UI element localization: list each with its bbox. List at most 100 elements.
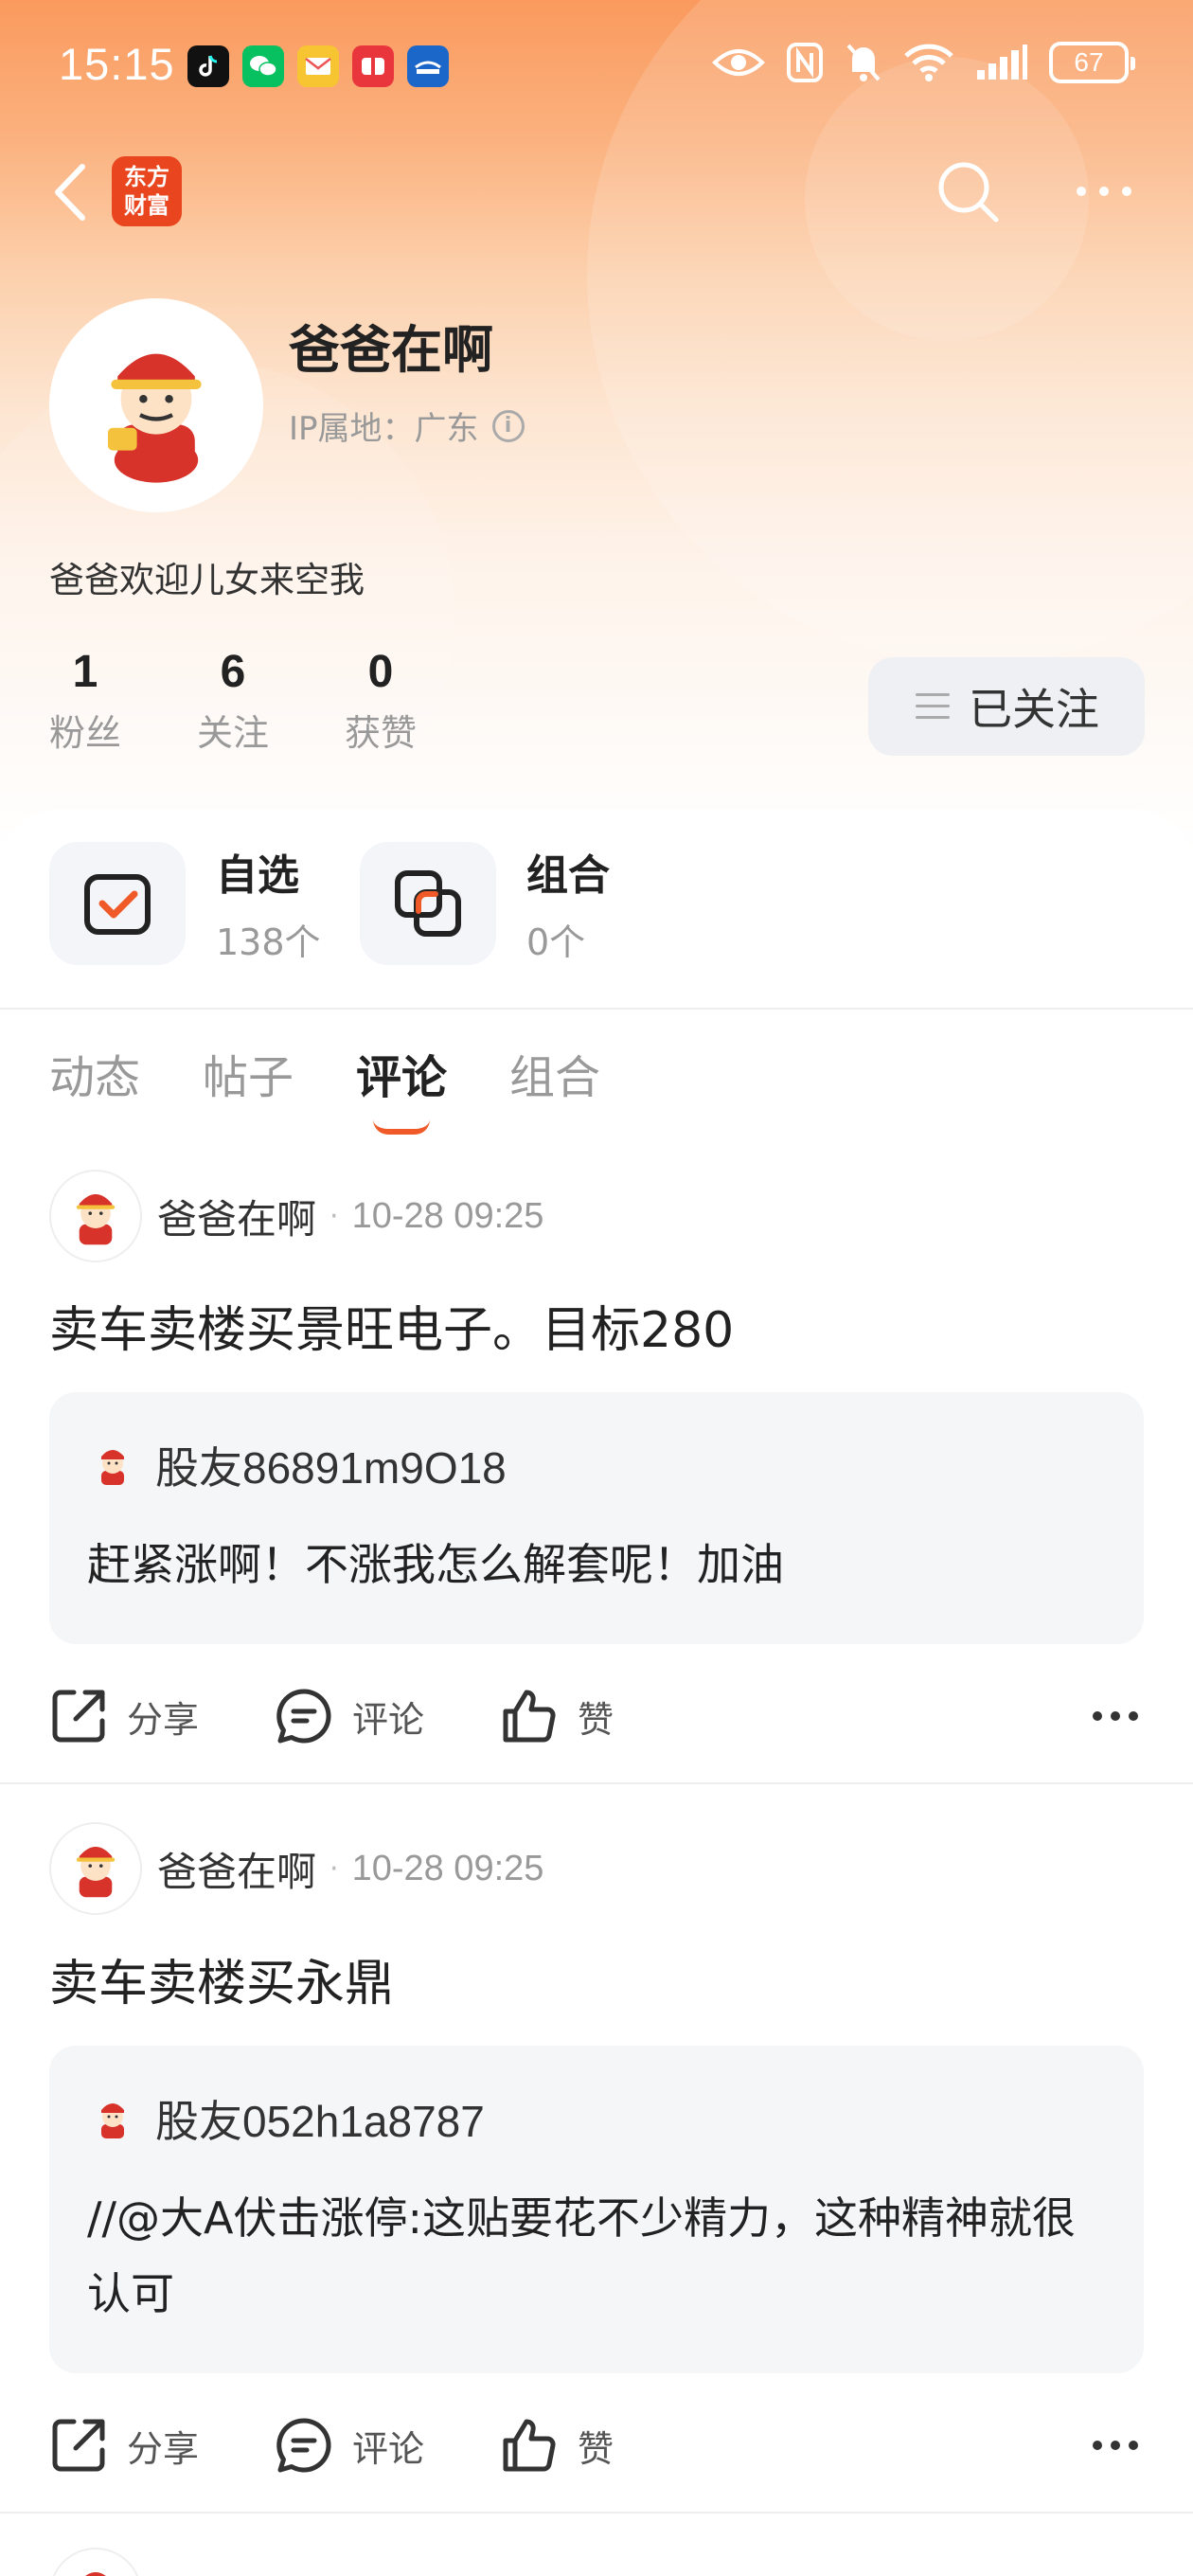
- watchlist-title: 自选: [216, 851, 299, 900]
- more-dots-icon: [1093, 2441, 1138, 2450]
- quoted-comment[interactable]: 股友052h1a8787 //@大A伏击涨停:这贴要花不少精力，这种精神就很认可: [49, 2046, 1144, 2373]
- followed-button[interactable]: 已关注: [868, 657, 1145, 756]
- thumbs-up-icon: [503, 2419, 556, 2472]
- tab-label: 动态: [49, 1051, 141, 1104]
- more-button[interactable]: [1070, 170, 1138, 212]
- post-header: [49, 2548, 142, 2576]
- portfolio-icon: [395, 869, 461, 937]
- stat-value: 6: [220, 647, 246, 697]
- like-label: 赞: [578, 2427, 614, 2470]
- avatar[interactable]: [49, 2548, 142, 2576]
- separator-dot: ·: [329, 1199, 339, 1233]
- portfolio-title: 组合: [526, 851, 610, 900]
- post-more-button[interactable]: [1087, 1695, 1144, 1737]
- chevron-left-icon: [55, 164, 85, 221]
- share-button[interactable]: 分享: [49, 2416, 199, 2475]
- quote-text: //@大A伏击涨停:这贴要花不少精力，这种精神就很认可: [87, 2192, 1076, 2319]
- tab-label: 帖子: [203, 1051, 294, 1104]
- caishen-avatar-icon: [76, 1193, 116, 1245]
- post-time: 10-28 09:25: [351, 1848, 544, 1888]
- profile-stats: 1 粉丝 6 关注 0 获赞: [49, 646, 492, 756]
- back-button[interactable]: [45, 159, 93, 225]
- app-logo[interactable]: 东方 财富: [112, 156, 182, 226]
- app-logo-line2: 财富: [124, 192, 169, 219]
- caishen-avatar-icon: [101, 1450, 124, 1485]
- separator-dot: ·: [329, 1852, 339, 1886]
- like-button[interactable]: 赞: [500, 2416, 614, 2475]
- signal-icon: [977, 45, 1027, 80]
- stat-followers[interactable]: 1 粉丝: [49, 646, 197, 756]
- portfolio-count: 0个: [526, 921, 586, 963]
- caishen-avatar-icon: [76, 1846, 116, 1898]
- comment-button[interactable]: 评论: [275, 2416, 424, 2475]
- divider: [0, 1008, 1193, 1010]
- tiktok-icon: [187, 45, 229, 87]
- comment-button[interactable]: 评论: [275, 1687, 424, 1745]
- comment-icon: [276, 2418, 331, 2473]
- search-button[interactable]: [934, 157, 1002, 225]
- caishen-avatar-icon: [101, 2103, 124, 2138]
- info-icon[interactable]: i: [491, 409, 525, 442]
- post-more-button[interactable]: [1087, 2424, 1144, 2466]
- post-author[interactable]: 爸爸在啊: [157, 1840, 316, 1898]
- app-logo-line1: 东方: [124, 164, 169, 190]
- post-actions: 分享 评论 赞: [49, 2407, 1144, 2483]
- watchlist-icon-box: [49, 841, 186, 965]
- more-dots-icon: [1093, 1711, 1138, 1721]
- post-header: 爸爸在啊 · 10-28 09:25: [49, 1170, 543, 1262]
- comment-icon: [276, 1689, 331, 1744]
- post-text[interactable]: 卖车卖楼买永鼎: [49, 1943, 394, 2014]
- comment-label: 评论: [352, 1698, 425, 1741]
- stat-following[interactable]: 6 关注: [197, 646, 345, 756]
- nfc-icon: [787, 43, 823, 82]
- quote-avatar: [87, 2093, 138, 2144]
- wechat-icon: [242, 45, 284, 87]
- like-button[interactable]: 赞: [500, 1687, 614, 1745]
- watchlist-entry[interactable]: 自选 138个: [49, 841, 360, 965]
- notification-icons: [187, 45, 449, 87]
- mute-icon: [846, 44, 881, 81]
- portfolio-entry[interactable]: 组合 0个: [360, 841, 670, 965]
- more-dots-icon: [1077, 187, 1131, 196]
- stat-likes[interactable]: 0 获赞: [345, 646, 492, 756]
- post-text[interactable]: 卖车卖楼买景旺电子。目标280: [49, 1290, 734, 1361]
- followed-label: 已关注: [969, 684, 1099, 735]
- quote-avatar: [87, 1440, 138, 1491]
- tab-active-indicator: [373, 1119, 431, 1135]
- avatar[interactable]: [49, 1822, 142, 1915]
- stat-label: 粉丝: [49, 712, 122, 754]
- stat-label: 获赞: [345, 712, 418, 754]
- share-label: 分享: [127, 2427, 200, 2470]
- watchlist-check-icon: [84, 873, 151, 935]
- share-label: 分享: [127, 1698, 200, 1741]
- stat-value: 0: [367, 647, 394, 697]
- quote-username[interactable]: 股友86891m9O18: [155, 1434, 507, 1496]
- post-author[interactable]: 爸爸在啊: [157, 1188, 316, 1245]
- search-icon: [938, 162, 999, 223]
- tab-label: 评论: [356, 1051, 448, 1104]
- battery-level: 67: [1074, 47, 1104, 77]
- tab-posts[interactable]: 帖子: [203, 1040, 294, 1106]
- share-button[interactable]: 分享: [49, 1687, 199, 1745]
- profile-username: 爸爸在啊: [289, 320, 493, 380]
- avatar[interactable]: [49, 1170, 142, 1262]
- profile-tabs: 动态 帖子 评论 组合: [49, 1040, 600, 1135]
- ip-location: IP属地：广东 i: [289, 402, 525, 449]
- tab-label: 组合: [509, 1051, 601, 1104]
- tab-comments[interactable]: 评论: [356, 1040, 448, 1135]
- quote-text: 赶紧涨啊！不涨我怎么解套呢！加油: [87, 1539, 784, 1590]
- quoted-comment[interactable]: 股友86891m9O18 赶紧涨啊！不涨我怎么解套呢！加油: [49, 1392, 1144, 1644]
- quote-username[interactable]: 股友052h1a8787: [155, 2087, 485, 2150]
- thumbs-up-icon: [503, 1690, 556, 1743]
- status-time: 15:15: [59, 39, 175, 89]
- share-icon: [52, 1690, 105, 1743]
- quick-entries: 自选 138个 组合 0个: [49, 841, 670, 965]
- tab-dynamic[interactable]: 动态: [49, 1040, 140, 1106]
- tab-portfolio[interactable]: 组合: [509, 1040, 600, 1106]
- status-bar: 15:15 67: [0, 0, 1193, 123]
- portfolio-icon-box: [360, 841, 496, 965]
- divider: [0, 2512, 1193, 2513]
- ip-location-text: IP属地：广东: [289, 410, 479, 448]
- like-label: 赞: [578, 1698, 614, 1741]
- avatar[interactable]: [49, 298, 263, 512]
